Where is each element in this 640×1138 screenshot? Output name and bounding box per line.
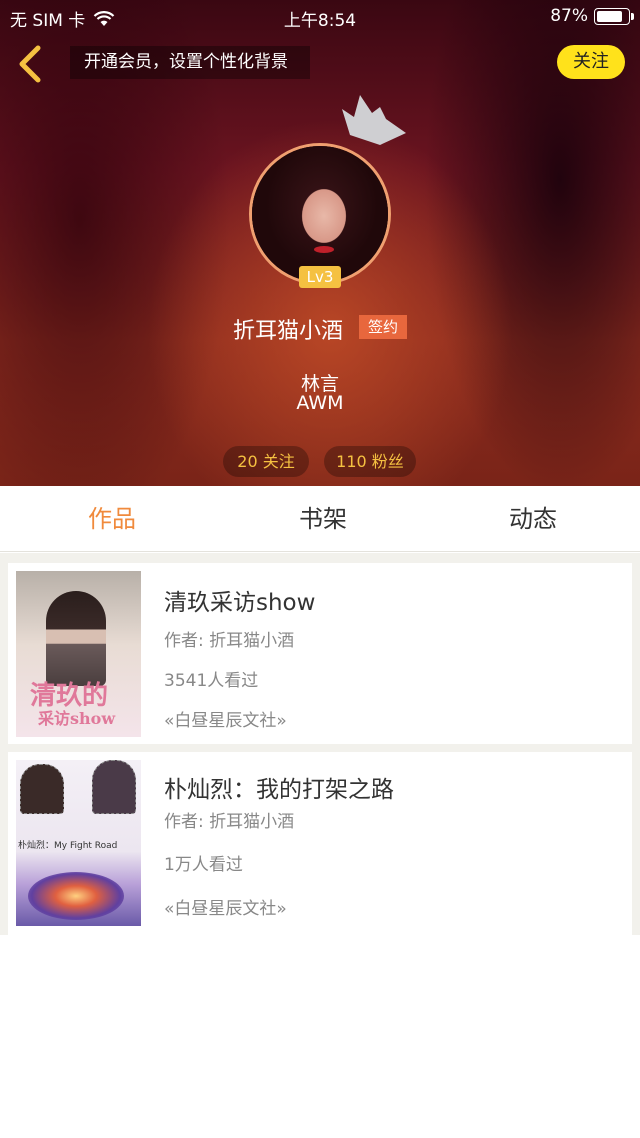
following-count[interactable]: 20 关注 [223,446,309,477]
avatar[interactable] [249,143,391,285]
back-arrow-icon[interactable] [12,44,48,84]
tab-activity[interactable]: 动态 [473,486,593,552]
cover-title-2: 采访show [38,709,116,728]
book-views: 1万人看过 [164,855,243,875]
battery-percent: 87% [550,6,588,26]
book-author: 作者: 折耳猫小酒 [164,812,295,832]
followers-count[interactable]: 110 粉丝 [324,446,416,477]
battery-icon [594,7,634,25]
vip-background-banner[interactable]: 开通会员，设置个性化背景 [70,46,310,79]
tab-bar: 作品 书架 动态 [0,486,640,552]
signed-badge: 签约 [359,315,407,339]
battery-fill [597,10,622,22]
book-views: 3541人看过 [164,671,259,691]
book-publisher: «白昼星辰文社» [164,711,287,731]
book-cover: 朴灿烈：My Fight Road [16,760,141,926]
works-list: 清玖的 采访show 清玖采访show 作者: 折耳猫小酒 3541人看过 «白… [0,553,640,935]
follow-button[interactable]: 关注 [557,45,625,79]
tab-bookshelf[interactable]: 书架 [263,486,383,552]
profile-header-background: 无 SIM 卡 上午8:54 87% 开通会员，设置个性化背景 关注 Lv3 折… [0,0,640,486]
book-cover: 清玖的 采访show [16,571,141,737]
status-bar: 无 SIM 卡 上午8:54 87% [0,0,640,34]
cover-title: 朴灿烈：My Fight Road [18,841,118,851]
book-publisher: «白昼星辰文社» [164,899,287,919]
list-item[interactable]: 朴灿烈：My Fight Road 朴灿烈：我的打架之路 作者: 折耳猫小酒 1… [8,752,632,935]
bio-line-2: AWM [296,392,344,414]
level-badge: Lv3 [299,266,341,288]
tab-works[interactable]: 作品 [52,486,172,552]
list-item[interactable]: 清玖的 采访show 清玖采访show 作者: 折耳猫小酒 3541人看过 «白… [8,563,632,744]
clock: 上午8:54 [283,11,357,31]
book-author: 作者: 折耳猫小酒 [164,631,295,651]
book-title: 清玖采访show [164,590,316,616]
galaxy-image [28,872,124,920]
username: 折耳猫小酒 [233,319,344,344]
book-title: 朴灿烈：我的打架之路 [164,777,394,803]
